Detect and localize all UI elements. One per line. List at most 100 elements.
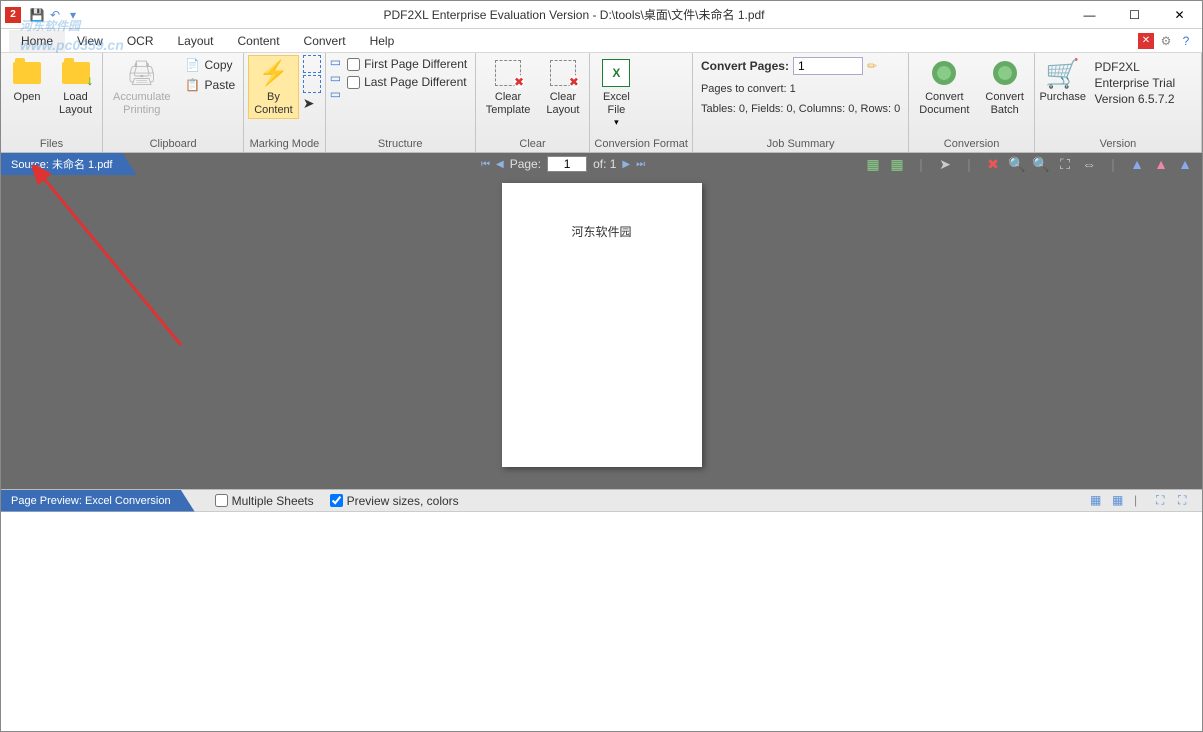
preview-icon-1[interactable]: ▦ [1090, 493, 1106, 509]
pages-to-convert-text: Pages to convert: 1 [697, 81, 904, 97]
menu-content[interactable]: Content [226, 30, 292, 52]
app-icon: 2 [5, 7, 21, 23]
titlebar: 2 💾 ↶ ▾ PDF2XL Enterprise Evaluation Ver… [1, 1, 1202, 29]
last-page-different-checkbox[interactable]: Last Page Different [345, 73, 469, 91]
page-controls: ⏮ ◀ Page: of: 1 ▶ ⏭ [481, 153, 645, 175]
close-x-icon[interactable]: ✕ [1138, 33, 1154, 49]
structure-icon-3[interactable]: ▭ [330, 87, 341, 101]
lightning-icon: ⚡ [257, 57, 289, 89]
pointer-tool-icon[interactable]: ➤ [936, 155, 954, 173]
ribbon: Open Load Layout Files 🖨 Accumulate Prin… [1, 53, 1202, 153]
source-bar: Source: 未命名 1.pdf ⏮ ◀ Page: of: 1 ▶ ⏭ ▦ … [1, 153, 1202, 175]
gear-icon [932, 61, 956, 85]
structure-icon-1[interactable]: ▭ [330, 55, 341, 69]
qat-save-icon[interactable]: 💾 [29, 7, 45, 23]
settings-gear-icon[interactable]: ⚙ [1158, 33, 1174, 49]
next-page-icon[interactable]: ▶ [622, 159, 630, 170]
page-input[interactable] [547, 156, 587, 172]
preview-sizes-checkbox[interactable]: Preview sizes, colors [330, 494, 459, 508]
printer-icon: 🖨 [126, 57, 158, 89]
clear-layout-button[interactable]: Clear Layout [540, 55, 585, 119]
multiple-sheets-checkbox[interactable]: Multiple Sheets [215, 494, 314, 508]
clear-template-button[interactable]: Clear Template [480, 55, 537, 119]
counts-text: Tables: 0, Fields: 0, Columns: 0, Rows: … [697, 101, 904, 117]
document-area[interactable]: 河东软件园 [1, 175, 1202, 489]
first-page-different-checkbox[interactable]: First Page Different [345, 55, 469, 73]
marking-tool-2-icon[interactable] [303, 75, 321, 93]
copy-button[interactable]: 📄Copy [181, 55, 240, 75]
paste-button[interactable]: 📋Paste [181, 75, 240, 95]
eraser-icon[interactable]: ✏ [867, 59, 877, 73]
tool-icon-1[interactable]: ▦ [864, 155, 882, 173]
first-page-icon[interactable]: ⏮ [481, 159, 490, 170]
window-title: PDF2XL Enterprise Evaluation Version - D… [81, 6, 1067, 23]
fit-width-icon[interactable]: ⇔ [1080, 155, 1098, 173]
ribbon-group-conversion: Convert Document Convert Batch Conversio… [909, 53, 1035, 152]
preview-pane[interactable] [1, 511, 1202, 731]
page-of-label: of: 1 [593, 157, 616, 171]
version-text: PDF2XL Enterprise Trial Version 6.5.7.2 [1090, 55, 1197, 111]
excel-icon: X [602, 59, 630, 87]
rotate-icon[interactable]: ▲ [1176, 155, 1194, 173]
folder-load-icon [62, 62, 90, 84]
last-page-icon[interactable]: ⏭ [636, 159, 645, 170]
menu-ocr[interactable]: OCR [115, 30, 166, 52]
folder-open-icon [13, 62, 41, 84]
preview-bar: Page Preview: Excel Conversion Multiple … [1, 489, 1202, 511]
clear-layout-icon [550, 60, 576, 86]
ribbon-group-structure: ▭ ▭ ▭ First Page Different Last Page Dif… [326, 53, 476, 152]
ribbon-group-clipboard: 🖨 Accumulate Printing 📄Copy 📋Paste Clipb… [103, 53, 244, 152]
convert-pages-input[interactable] [793, 57, 863, 75]
open-button[interactable]: Open [5, 55, 49, 106]
cart-icon: 🛒 [1047, 57, 1079, 89]
convert-document-button[interactable]: Convert Document [913, 55, 975, 119]
preview-sep: | [1134, 493, 1150, 509]
ribbon-group-clear: Clear Template Clear Layout Clear [476, 53, 591, 152]
excel-file-button[interactable]: X Excel File ▾ [594, 55, 638, 130]
purchase-button[interactable]: 🛒 Purchase [1039, 55, 1087, 106]
qat-undo-icon[interactable]: ↶ [47, 7, 63, 23]
cursor-icon[interactable]: ➤ [303, 95, 321, 112]
preview-icon-2[interactable]: ▦ [1112, 493, 1128, 509]
maximize-button[interactable]: ☐ [1112, 1, 1157, 29]
by-content-button[interactable]: ⚡ By Content [248, 55, 299, 119]
qat-dropdown-icon[interactable]: ▾ [65, 7, 81, 23]
gears-icon [993, 61, 1017, 85]
preview-icon-3[interactable]: ⛶ [1156, 493, 1172, 509]
tool-sep: | [912, 155, 930, 173]
close-button[interactable]: ✕ [1157, 1, 1202, 29]
menu-help[interactable]: Help [358, 30, 407, 52]
source-tab: Source: 未命名 1.pdf [1, 153, 137, 175]
flip-h-icon[interactable]: ▲ [1128, 155, 1146, 173]
prev-page-icon[interactable]: ◀ [496, 159, 504, 170]
tool-sep2: | [960, 155, 978, 173]
tool-icon-2[interactable]: ▦ [888, 155, 906, 173]
structure-icon-2[interactable]: ▭ [330, 71, 341, 85]
preview-icon-4[interactable]: ⛶ [1178, 493, 1194, 509]
delete-tool-icon[interactable]: ✖ [984, 155, 1002, 173]
convert-batch-button[interactable]: Convert Batch [979, 55, 1030, 119]
preview-tab: Page Preview: Excel Conversion [1, 490, 195, 512]
menu-home[interactable]: Home [9, 30, 65, 52]
tool-sep3: | [1104, 155, 1122, 173]
minimize-button[interactable]: — [1067, 1, 1112, 29]
page-label: Page: [510, 157, 541, 171]
menu-layout[interactable]: Layout [165, 30, 225, 52]
fit-page-icon[interactable]: ⛶ [1056, 155, 1074, 173]
ribbon-group-marking: ⚡ By Content ➤ Marking Mode [244, 53, 326, 152]
menu-convert[interactable]: Convert [292, 30, 358, 52]
zoom-out-icon[interactable]: 🔍 [1008, 155, 1026, 173]
menubar: Home View OCR Layout Content Convert Hel… [1, 29, 1202, 53]
help-icon[interactable]: ? [1178, 33, 1194, 49]
menu-view[interactable]: View [65, 30, 115, 52]
load-layout-button[interactable]: Load Layout [53, 55, 98, 119]
page-text: 河东软件园 [522, 223, 682, 240]
paste-icon: 📋 [185, 77, 201, 93]
copy-icon: 📄 [185, 57, 201, 73]
pdf-page[interactable]: 河东软件园 [502, 183, 702, 467]
marking-tool-1-icon[interactable] [303, 55, 321, 73]
accumulate-printing-button[interactable]: 🖨 Accumulate Printing [107, 55, 176, 119]
zoom-in-icon[interactable]: 🔍 [1032, 155, 1050, 173]
flip-v-icon[interactable]: ▲ [1152, 155, 1170, 173]
ribbon-group-job-summary: Convert Pages: ✏ Pages to convert: 1 Tab… [693, 53, 909, 152]
